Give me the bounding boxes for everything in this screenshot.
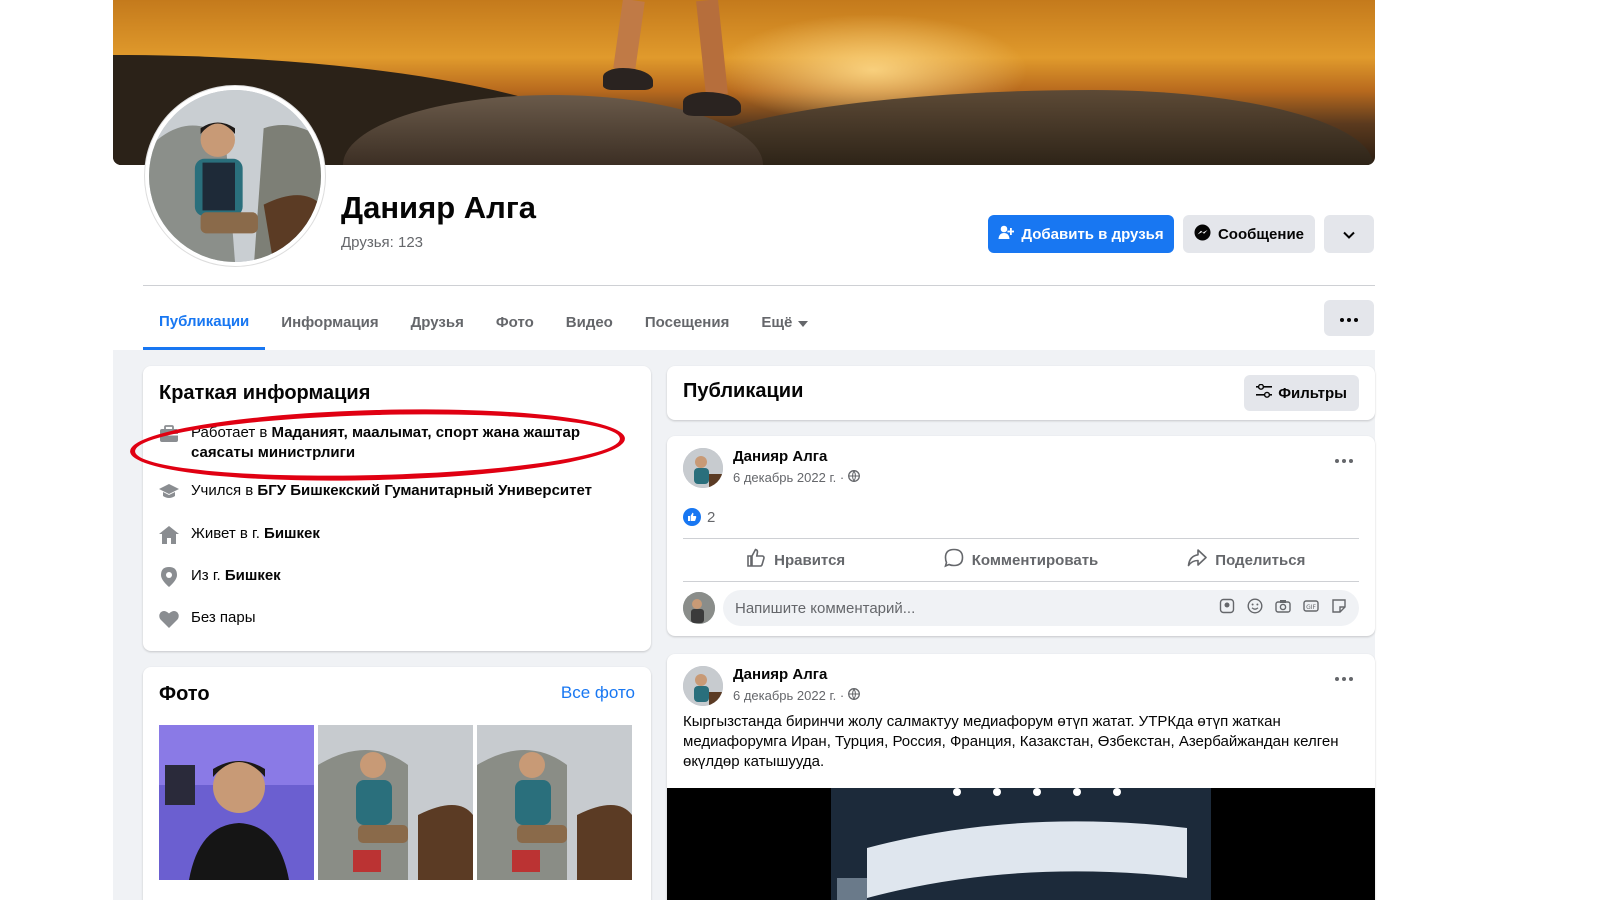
comment-label: Комментировать xyxy=(971,551,1099,569)
intro-item-lives: Живет в г. Бишкек xyxy=(159,524,320,545)
intro-lives-value[interactable]: Бишкек xyxy=(264,525,320,542)
current-user-avatar[interactable] xyxy=(683,592,715,624)
messenger-icon xyxy=(1194,224,1211,245)
photos-card: Фото Все фото xyxy=(143,667,651,900)
like-label: Нравится xyxy=(774,551,846,569)
comment-tools: GIF xyxy=(1219,598,1347,618)
heart-icon xyxy=(159,609,179,629)
tab-publications[interactable]: Публикации xyxy=(143,295,266,350)
intro-item-from: Из г. Бишкек xyxy=(159,566,281,587)
intro-item-relationship: Без пары xyxy=(159,608,256,629)
photos-title: Фото xyxy=(159,683,210,705)
thumbs-up-icon xyxy=(746,548,766,572)
sticker-icon[interactable] xyxy=(1331,598,1347,618)
comment-field[interactable]: GIF xyxy=(723,590,1359,626)
photo-thumbnail[interactable] xyxy=(318,725,473,880)
globe-icon xyxy=(848,470,861,485)
tab-friends[interactable]: Друзья xyxy=(395,295,480,350)
caret-down-icon xyxy=(798,314,809,331)
intro-education-prefix: Учился в xyxy=(191,482,258,499)
svg-text:GIF: GIF xyxy=(1306,604,1316,611)
intro-relationship-text: Без пары xyxy=(191,609,256,626)
chevron-down-icon xyxy=(1343,226,1355,243)
filters-label: Фильтры xyxy=(1278,384,1347,402)
profile-name: Данияр Алга xyxy=(341,190,536,225)
ellipsis-icon xyxy=(1340,309,1358,327)
tab-information[interactable]: Информация xyxy=(265,295,394,350)
tab-photos[interactable]: Фото xyxy=(480,295,550,350)
intro-item-work: Работает в Маданият, маалымат, спорт жан… xyxy=(159,423,599,463)
profile-more-button[interactable] xyxy=(1324,215,1374,253)
message-button[interactable]: Сообщение xyxy=(1183,215,1315,253)
camera-icon[interactable] xyxy=(1275,598,1291,618)
graduation-cap-icon xyxy=(159,482,179,502)
emoji-icon[interactable] xyxy=(1247,598,1263,618)
intro-work-prefix: Работает в xyxy=(191,424,272,441)
post-text: Кыргызстанда биринчи жолу салмактуу меди… xyxy=(683,713,1339,770)
post-options-button[interactable] xyxy=(1329,450,1359,474)
profile-avatar[interactable] xyxy=(145,86,325,266)
ellipsis-icon xyxy=(1335,450,1353,467)
share-label: Поделиться xyxy=(1215,551,1306,569)
post-video[interactable] xyxy=(667,788,1375,900)
briefcase-icon xyxy=(159,424,179,444)
location-pin-icon xyxy=(159,567,179,587)
header-divider xyxy=(143,285,1375,286)
post-author-name[interactable]: Данияр Алга xyxy=(733,666,827,683)
publications-header: Публикации Фильтры xyxy=(667,366,1375,420)
post-date-text: 6 декабрь 2022 г. · xyxy=(733,688,845,703)
photo-thumbnail[interactable] xyxy=(477,725,632,880)
comment-icon xyxy=(943,548,964,572)
comment-button[interactable]: Комментировать xyxy=(908,539,1133,581)
like-reaction-icon xyxy=(683,508,701,526)
avatar-sticker-icon[interactable] xyxy=(1219,598,1235,618)
intro-card: Краткая информация Работает в Маданият, … xyxy=(143,366,651,651)
add-friend-label: Добавить в друзья xyxy=(1021,225,1164,243)
filters-button[interactable]: Фильтры xyxy=(1244,375,1359,411)
like-button[interactable]: Нравится xyxy=(683,539,908,581)
add-friend-button[interactable]: Добавить в друзья xyxy=(988,215,1174,253)
photo-thumbnail[interactable] xyxy=(159,725,314,880)
tab-checkins[interactable]: Посещения xyxy=(629,295,745,350)
intro-lives-prefix: Живет в г. xyxy=(191,525,265,542)
share-button[interactable]: Поделиться xyxy=(1134,539,1359,581)
intro-title: Краткая информация xyxy=(159,382,371,404)
all-photos-link[interactable]: Все фото xyxy=(561,683,635,703)
intro-from-value[interactable]: Бишкек xyxy=(225,567,281,584)
post-author-name[interactable]: Данияр Алга xyxy=(733,448,827,465)
share-icon xyxy=(1187,548,1208,572)
post-author-avatar[interactable] xyxy=(683,448,723,488)
publications-title: Публикации xyxy=(683,380,804,402)
globe-icon xyxy=(848,688,861,703)
tab-more[interactable]: Ещё xyxy=(745,295,824,350)
intro-from-prefix: Из г. xyxy=(191,567,225,584)
post-date[interactable]: 6 декабрь 2022 г. · xyxy=(733,470,861,485)
profile-tabs: Публикации Информация Друзья Фото Видео … xyxy=(143,295,824,350)
sliders-icon xyxy=(1256,383,1273,402)
post-author-avatar[interactable] xyxy=(683,666,723,706)
tab-more-label: Ещё xyxy=(761,314,793,331)
message-label: Сообщение xyxy=(1217,225,1305,243)
post-date[interactable]: 6 декабрь 2022 г. · xyxy=(733,688,861,703)
home-icon xyxy=(159,525,179,545)
post: Данияр Алга 6 декабрь 2022 г. · Кыргызст… xyxy=(667,654,1375,900)
post-reactions[interactable]: 2 xyxy=(683,508,715,526)
tabs-more-options-button[interactable] xyxy=(1324,300,1374,336)
intro-item-education: Учился в БГУ Бишкекский Гуманитарный Уни… xyxy=(159,481,592,502)
post-options-button[interactable] xyxy=(1329,668,1359,692)
tab-videos[interactable]: Видео xyxy=(550,295,629,350)
post-action-bar: Нравится Комментировать Поделиться xyxy=(683,538,1359,582)
ellipsis-icon xyxy=(1335,668,1353,685)
post: Данияр Алга 6 декабрь 2022 г. · 2 Нравит xyxy=(667,436,1375,636)
comment-input[interactable] xyxy=(735,599,1175,617)
profile-page: Данияр Алга Друзья: 123 Добавить в друзь… xyxy=(0,0,1600,900)
comment-composer: GIF xyxy=(683,590,1359,626)
post-date-text: 6 декабрь 2022 г. · xyxy=(733,470,845,485)
likes-count: 2 xyxy=(707,508,716,526)
gif-icon[interactable]: GIF xyxy=(1303,598,1319,618)
add-friend-icon xyxy=(998,224,1015,244)
friends-count[interactable]: Друзья: 123 xyxy=(341,234,423,251)
intro-education-value[interactable]: БГУ Бишкекский Гуманитарный Университет xyxy=(257,482,592,499)
